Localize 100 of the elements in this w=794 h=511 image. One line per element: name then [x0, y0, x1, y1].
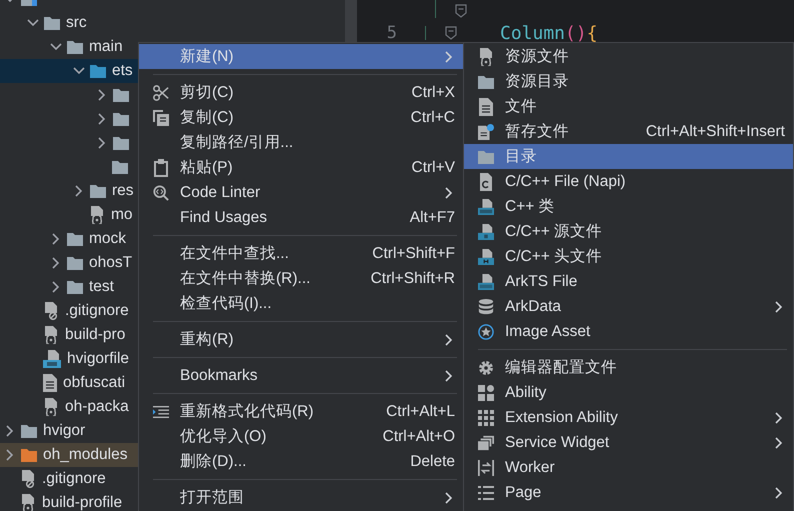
fold-marker-icon[interactable] — [455, 4, 467, 18]
fold-marker-icon[interactable] — [445, 26, 457, 40]
menu-item[interactable]: Image Asset — [464, 319, 793, 344]
shortcut-label: Ctrl+Shift+R — [370, 270, 455, 288]
text-file-icon — [43, 374, 57, 392]
ignore-file-icon — [20, 470, 36, 488]
header-file-icon — [478, 248, 494, 266]
config-file-icon — [478, 48, 494, 66]
menu-item[interactable]: C/C++ 头文件 — [464, 244, 793, 269]
tree-item-label: obfuscati — [63, 374, 126, 392]
indent-icon — [153, 404, 169, 418]
menu-item[interactable]: 重新格式化代码(R) Ctrl+Alt+L — [139, 399, 463, 424]
menu-item[interactable]: Worker — [464, 455, 793, 480]
menu-item[interactable]: 重构(R) — [139, 327, 463, 352]
menu-item[interactable]: 资源文件 — [464, 44, 793, 69]
menu-item[interactable]: 优化导入(O) Ctrl+Alt+O — [139, 424, 463, 449]
clipboard-icon — [154, 158, 168, 176]
copy-icon — [153, 110, 169, 126]
menu-item[interactable]: Service Widget — [464, 430, 793, 455]
tree-row[interactable]: hvigor — [0, 419, 138, 443]
menu-item[interactable]: C++ 类 — [464, 194, 793, 219]
code-line: Column(){ — [500, 22, 598, 44]
gear-icon — [478, 360, 494, 376]
ets-file-icon — [478, 272, 494, 290]
menu-item[interactable]: 暂存文件 Ctrl+Alt+Shift+Insert — [464, 119, 793, 144]
tree-item-label: .gitignore — [42, 470, 106, 488]
folder-icon — [67, 232, 83, 246]
tree-row[interactable]: main — [0, 35, 138, 59]
tree-row[interactable]: oh_modules — [0, 443, 138, 467]
tree-row[interactable]: test — [0, 275, 138, 299]
menu-item[interactable]: Extension Ability — [464, 405, 793, 430]
tree-row[interactable]: .gitignore — [0, 299, 138, 323]
tree-row[interactable]: hvigorfile — [0, 347, 138, 371]
tree-item-label: .gitignore — [65, 302, 129, 320]
tree-item-label: ohosT — [89, 254, 132, 272]
tree-row[interactable]: mock — [0, 227, 138, 251]
menu-item[interactable]: 目录 — [464, 144, 793, 169]
menu-item[interactable]: 检查代码(I)... — [139, 291, 463, 316]
menu-item[interactable]: Code Linter — [139, 180, 463, 205]
tree-row[interactable]: build-profile — [0, 491, 138, 511]
tree-item-label: build-profile — [42, 494, 122, 511]
menu-item[interactable]: 剪切(C) Ctrl+X — [139, 80, 463, 105]
tree-item-label: main — [89, 38, 123, 56]
folder-icon — [113, 112, 129, 126]
tree-item-label: mo — [111, 206, 133, 224]
tree-row[interactable]: res — [0, 179, 138, 203]
tree-item-label: hvigor — [43, 422, 86, 440]
config-file-icon — [43, 398, 59, 416]
tree-row[interactable]: src — [0, 11, 138, 35]
tree-item-label: oh-packa — [65, 398, 129, 416]
menu-item[interactable]: 在文件中替换(R)... Ctrl+Shift+R — [139, 266, 463, 291]
menu-item[interactable]: 粘贴(P) Ctrl+V — [139, 155, 463, 180]
tree-row[interactable]: ets — [0, 59, 138, 83]
database-icon — [478, 298, 494, 316]
menu-item[interactable]: 编辑器配置文件 — [464, 355, 793, 380]
tree-item-label: oh_modules — [43, 446, 128, 464]
tree-item-label: test — [89, 278, 114, 296]
cpp-file-icon — [478, 198, 494, 216]
tree-row[interactable]: mo — [0, 203, 138, 227]
tree-row[interactable]: oh-packa — [0, 395, 138, 419]
tree-item-label: hvigorfile — [67, 350, 130, 368]
menu-item[interactable]: C/C++ 源文件 — [464, 219, 793, 244]
menu-item[interactable]: 资源目录 — [464, 69, 793, 94]
tree-row[interactable]: build-pro — [0, 323, 138, 347]
folder-icon — [21, 424, 37, 438]
tree-row[interactable]: .gitignore — [0, 467, 138, 491]
menu-item[interactable]: 新建(N) — [139, 44, 463, 69]
menu-item[interactable]: Ability — [464, 380, 793, 405]
shortcut-label: Delete — [410, 452, 455, 470]
menu-item[interactable]: ArkTS File — [464, 269, 793, 294]
folder-icon — [90, 64, 106, 78]
folder-icon — [44, 16, 60, 30]
menu-item[interactable]: 打开范围 — [139, 485, 463, 510]
menu-item[interactable]: C/C++ File (Napi) — [464, 169, 793, 194]
menu-item[interactable]: Bookmarks — [139, 363, 463, 388]
menu-item[interactable]: Page — [464, 480, 793, 505]
menu-item[interactable]: 删除(D)... Delete — [139, 449, 463, 474]
ts-file-icon — [43, 350, 61, 368]
scratch-file-icon — [478, 122, 494, 140]
menu-item[interactable]: 复制路径/引用... — [139, 130, 463, 155]
scissors-icon — [153, 84, 169, 102]
menu-item[interactable]: Find Usages Alt+F7 — [139, 205, 463, 230]
tree-row[interactable]: obfuscati — [0, 371, 138, 395]
tree-item-label: ets — [112, 62, 133, 80]
tree-item-label: build-pro — [65, 326, 126, 344]
folder-icon — [478, 74, 494, 88]
menu-item[interactable]: 文件 — [464, 94, 793, 119]
folder-icon — [478, 150, 494, 164]
folder-icon — [113, 136, 129, 150]
folder-icon — [67, 280, 83, 294]
ignore-file-icon — [43, 302, 59, 320]
menu-item[interactable]: ArkData — [464, 294, 793, 319]
shortcut-label: Ctrl+Alt+O — [382, 428, 455, 446]
folder-icon — [21, 448, 37, 462]
tree-row[interactable]: ohosT — [0, 251, 138, 275]
tree-item-label: src — [66, 14, 87, 32]
menu-item[interactable]: 复制(C) Ctrl+C — [139, 105, 463, 130]
shortcut-label: Alt+F7 — [410, 208, 455, 226]
menu-item[interactable]: 在文件中查找... Ctrl+Shift+F — [139, 241, 463, 266]
shortcut-label: Ctrl+Alt+L — [386, 402, 455, 420]
